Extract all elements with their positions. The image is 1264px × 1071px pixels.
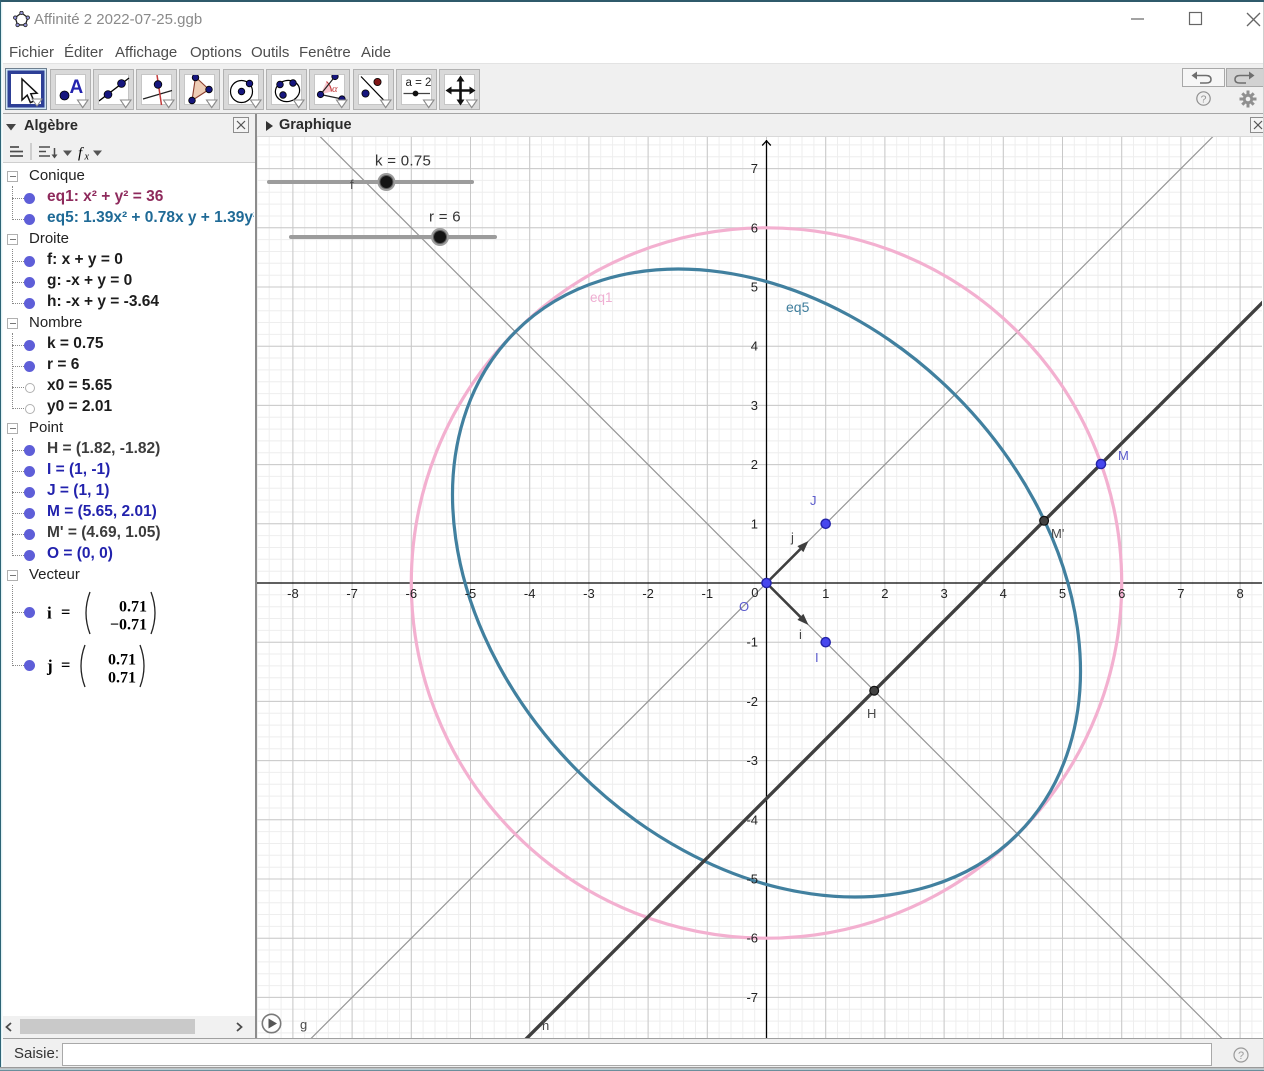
svg-text:=: = (61, 603, 70, 622)
svg-text:α: α (332, 84, 338, 95)
svg-text:f: f (78, 146, 84, 162)
svg-text:eq1: eq1 (590, 290, 613, 305)
svg-text:0.71: 0.71 (119, 599, 147, 616)
svg-text:M: M (1118, 448, 1129, 463)
svg-text:2: 2 (751, 457, 758, 472)
svg-text:0.71: 0.71 (108, 652, 136, 669)
svg-text:6: 6 (751, 220, 758, 235)
svg-text:−0.71: −0.71 (110, 617, 147, 634)
svg-text:a = 2: a = 2 (405, 77, 431, 89)
svg-text:-7: -7 (346, 586, 358, 601)
svg-text:O: O (739, 599, 749, 614)
svg-text:-6: -6 (406, 586, 418, 601)
svg-text:x: x (84, 152, 90, 163)
svg-text:k = 0.75: k = 0.75 (375, 153, 431, 170)
svg-text:8: 8 (1236, 586, 1243, 601)
svg-text:5: 5 (1059, 586, 1066, 601)
svg-text:j: j (46, 657, 53, 676)
svg-text:5: 5 (751, 280, 758, 295)
svg-text:-1: -1 (702, 586, 714, 601)
svg-text:-3: -3 (583, 586, 595, 601)
svg-text:0: 0 (751, 585, 758, 600)
svg-text:J: J (810, 493, 817, 508)
svg-text:=: = (61, 656, 70, 675)
svg-text:7: 7 (1177, 586, 1184, 601)
svg-text:-1: -1 (746, 635, 758, 650)
svg-text:M': M' (1051, 526, 1064, 541)
svg-text:-2: -2 (642, 586, 654, 601)
svg-text:-4: -4 (524, 586, 536, 601)
svg-text:1: 1 (751, 516, 758, 531)
svg-text:r = 6: r = 6 (429, 209, 461, 226)
svg-text:-5: -5 (746, 872, 758, 887)
svg-text:g: g (300, 1017, 307, 1032)
svg-text:?: ? (1201, 94, 1207, 106)
svg-text:1: 1 (822, 586, 829, 601)
svg-text:-3: -3 (746, 753, 758, 768)
svg-text:-2: -2 (746, 694, 758, 709)
svg-text:-4: -4 (746, 812, 758, 827)
svg-text:-5: -5 (465, 586, 477, 601)
svg-text:7: 7 (751, 161, 758, 176)
svg-text:3: 3 (940, 586, 947, 601)
svg-text:6: 6 (1118, 586, 1125, 601)
svg-text:4: 4 (751, 339, 758, 354)
svg-text:4: 4 (1000, 586, 1007, 601)
svg-text:I: I (815, 650, 819, 665)
svg-text:H: H (867, 706, 876, 721)
svg-text:i: i (47, 604, 52, 623)
svg-text:-7: -7 (746, 990, 758, 1005)
svg-text:eq5: eq5 (786, 299, 810, 315)
svg-text:?: ? (1238, 1050, 1244, 1062)
svg-text:A: A (69, 77, 83, 98)
svg-text:0.71: 0.71 (108, 670, 136, 687)
svg-text:3: 3 (751, 398, 758, 413)
svg-text:-6: -6 (746, 931, 758, 946)
svg-text:j: j (790, 530, 794, 545)
svg-text:-8: -8 (287, 586, 299, 601)
svg-text:f: f (350, 177, 354, 192)
svg-text:2: 2 (881, 586, 888, 601)
svg-text:h: h (542, 1018, 549, 1033)
svg-text:i: i (799, 627, 802, 642)
